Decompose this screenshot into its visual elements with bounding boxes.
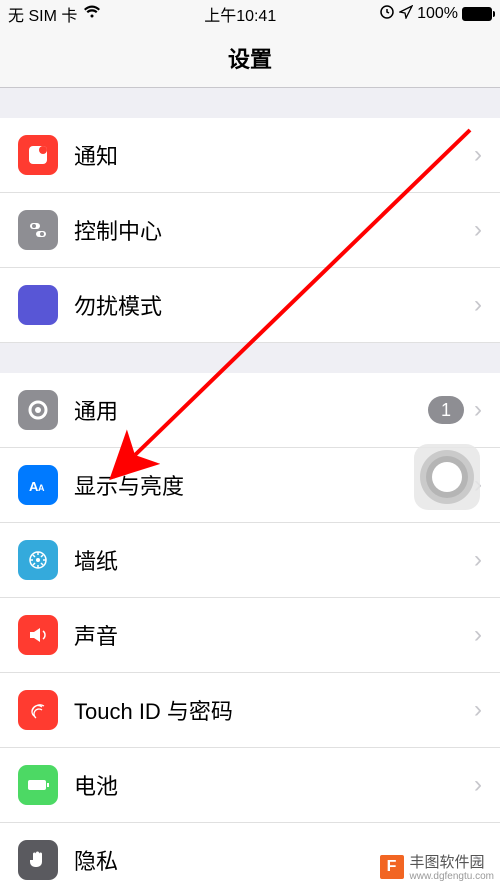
cell-wallpaper[interactable]: 墙纸 › bbox=[0, 523, 500, 598]
chevron-right-icon: › bbox=[474, 621, 482, 649]
text-size-icon: AA bbox=[18, 465, 58, 505]
svg-text:A: A bbox=[38, 483, 45, 493]
cell-label: Touch ID 与密码 bbox=[74, 694, 474, 726]
cell-sounds[interactable]: 声音 › bbox=[0, 598, 500, 673]
chevron-right-icon: › bbox=[474, 216, 482, 244]
gear-icon bbox=[18, 390, 58, 430]
status-bar: 无 SIM 卡 上午10:41 100% bbox=[0, 0, 500, 28]
notifications-icon bbox=[18, 135, 58, 175]
chevron-right-icon: › bbox=[474, 546, 482, 574]
cell-general[interactable]: 通用 1 › bbox=[0, 373, 500, 448]
cell-label: 通知 bbox=[74, 139, 474, 171]
watermark-brand: 丰图软件园 bbox=[410, 854, 485, 871]
cell-touch-id[interactable]: Touch ID 与密码 › bbox=[0, 673, 500, 748]
watermark: F 丰图软件园 www.dgfengtu.com bbox=[380, 851, 495, 882]
cell-label: 声音 bbox=[74, 619, 474, 651]
fingerprint-icon bbox=[18, 690, 58, 730]
watermark-url: www.dgfengtu.com bbox=[410, 872, 495, 882]
cell-label: 勿扰模式 bbox=[74, 289, 474, 321]
cell-label: 通用 bbox=[74, 394, 428, 426]
chevron-right-icon: › bbox=[474, 291, 482, 319]
cell-control-center[interactable]: 控制中心 › bbox=[0, 193, 500, 268]
battery-icon bbox=[462, 7, 492, 21]
carrier-text: 无 SIM 卡 bbox=[8, 2, 77, 26]
assistive-touch-button[interactable] bbox=[414, 444, 480, 510]
watermark-logo: F bbox=[380, 855, 404, 879]
chevron-right-icon: › bbox=[474, 771, 482, 799]
cell-label: 控制中心 bbox=[74, 214, 474, 246]
wallpaper-icon bbox=[18, 540, 58, 580]
status-time: 上午10:41 bbox=[101, 2, 379, 26]
speaker-icon bbox=[18, 615, 58, 655]
cell-label: 电池 bbox=[74, 769, 474, 801]
battery-percent: 100% bbox=[417, 5, 458, 23]
cell-notifications[interactable]: 通知 › bbox=[0, 118, 500, 193]
rotation-lock-icon bbox=[379, 4, 395, 25]
chevron-right-icon: › bbox=[474, 141, 482, 169]
chevron-right-icon: › bbox=[474, 396, 482, 424]
cell-label: 墙纸 bbox=[74, 544, 474, 576]
wifi-icon bbox=[83, 5, 101, 24]
chevron-right-icon: › bbox=[474, 696, 482, 724]
battery-settings-icon bbox=[18, 765, 58, 805]
status-right: 100% bbox=[379, 4, 492, 25]
status-left: 无 SIM 卡 bbox=[8, 2, 101, 26]
notification-badge: 1 bbox=[428, 396, 464, 424]
page-title: 设置 bbox=[228, 42, 272, 74]
cell-do-not-disturb[interactable]: 勿扰模式 › bbox=[0, 268, 500, 343]
nav-bar: 设置 bbox=[0, 28, 500, 88]
location-icon bbox=[399, 5, 413, 24]
cell-battery[interactable]: 电池 › bbox=[0, 748, 500, 823]
hand-icon bbox=[18, 840, 58, 880]
moon-icon bbox=[18, 285, 58, 325]
control-center-icon bbox=[18, 210, 58, 250]
